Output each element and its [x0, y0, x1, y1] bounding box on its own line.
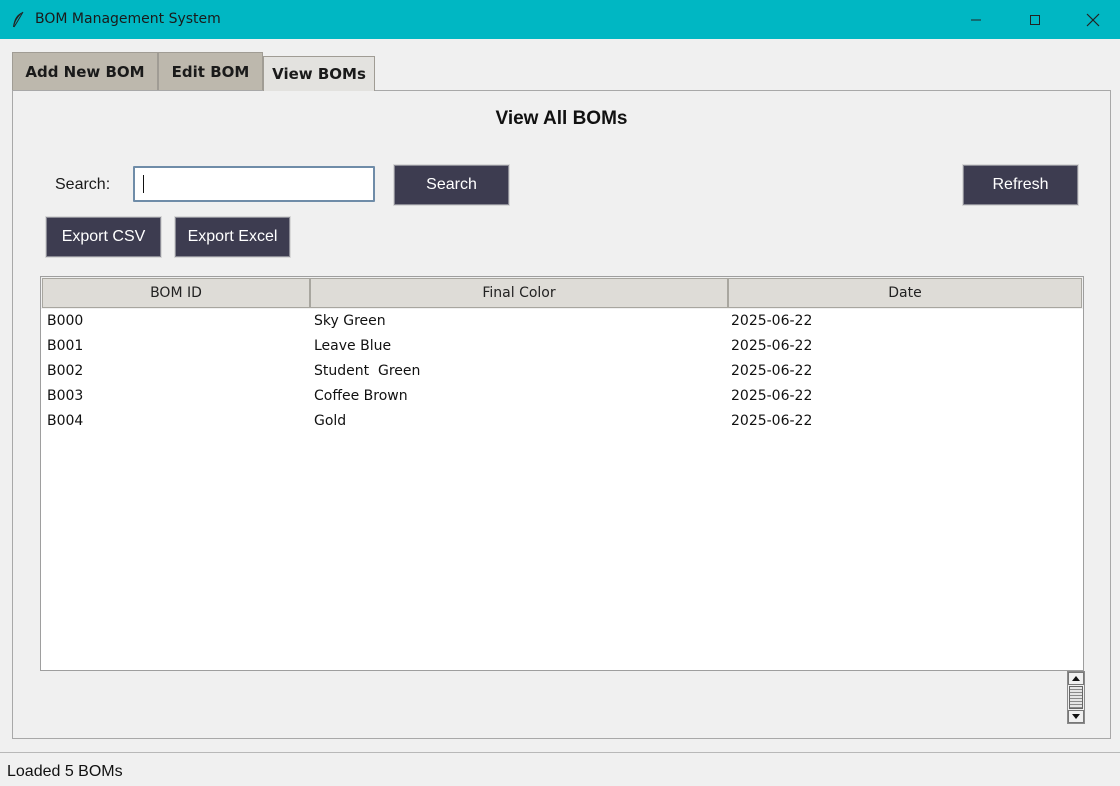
- cell-bom-id: B001: [47, 338, 84, 354]
- search-input[interactable]: [133, 166, 375, 202]
- search-label: Search:: [55, 176, 111, 193]
- cell-date: 2025-06-22: [731, 413, 813, 429]
- minimize-button[interactable]: [947, 0, 1005, 39]
- column-header-final-color[interactable]: Final Color: [310, 278, 728, 308]
- cell-final-color: Leave Blue: [314, 338, 392, 354]
- status-bar: Loaded 5 BOMs: [0, 752, 1120, 786]
- maximize-icon: [1030, 14, 1040, 25]
- cell-final-color: Student Green: [314, 363, 421, 379]
- table-row[interactable]: B002 Student Green 2025-06-22: [41, 359, 1083, 384]
- title-bar: BOM Management System: [0, 0, 1120, 39]
- column-header-date[interactable]: Date: [728, 278, 1082, 308]
- view-boms-panel: View All BOMs Search: Search Refresh Exp…: [12, 90, 1111, 739]
- vertical-scrollbar[interactable]: [1067, 671, 1085, 724]
- export-csv-button[interactable]: Export CSV: [45, 216, 162, 258]
- scroll-thumb[interactable]: [1069, 686, 1083, 709]
- close-icon: [1086, 13, 1100, 26]
- window-title: BOM Management System: [35, 11, 221, 27]
- cell-bom-id: B004: [47, 413, 84, 429]
- table-row[interactable]: B000 Sky Green 2025-06-22: [41, 309, 1083, 334]
- scroll-up-button[interactable]: [1068, 672, 1084, 685]
- search-button[interactable]: Search: [393, 164, 510, 206]
- tab-add-new-bom[interactable]: Add New BOM: [12, 52, 158, 90]
- cell-bom-id: B000: [47, 313, 84, 329]
- close-button[interactable]: [1064, 0, 1120, 39]
- column-header-bom-id[interactable]: BOM ID: [42, 278, 310, 308]
- export-excel-button[interactable]: Export Excel: [174, 216, 291, 258]
- feather-icon: [11, 11, 25, 29]
- table-header: BOM ID Final Color Date: [41, 277, 1083, 309]
- cell-final-color: Sky Green: [314, 313, 386, 329]
- cell-final-color: Coffee Brown: [314, 388, 408, 404]
- table-row[interactable]: B001 Leave Blue 2025-06-22: [41, 334, 1083, 359]
- tab-view-boms[interactable]: View BOMs: [263, 56, 375, 91]
- minimize-icon: [971, 19, 981, 20]
- cell-bom-id: B002: [47, 363, 84, 379]
- cell-date: 2025-06-22: [731, 338, 813, 354]
- cell-date: 2025-06-22: [731, 388, 813, 404]
- maximize-button[interactable]: [1006, 0, 1064, 39]
- arrow-down-icon: [1072, 714, 1080, 719]
- cell-date: 2025-06-22: [731, 363, 813, 379]
- arrow-up-icon: [1072, 676, 1080, 681]
- bom-table[interactable]: BOM ID Final Color Date B000 Sky Green 2…: [40, 276, 1084, 671]
- cell-bom-id: B003: [47, 388, 84, 404]
- text-caret: [143, 175, 144, 193]
- refresh-button[interactable]: Refresh: [962, 164, 1079, 206]
- table-row[interactable]: B004 Gold 2025-06-22: [41, 409, 1083, 434]
- scroll-down-button[interactable]: [1068, 710, 1084, 723]
- table-row[interactable]: B003 Coffee Brown 2025-06-22: [41, 384, 1083, 409]
- cell-date: 2025-06-22: [731, 313, 813, 329]
- cell-final-color: Gold: [314, 413, 347, 429]
- status-text: Loaded 5 BOMs: [7, 763, 123, 780]
- tab-edit-bom[interactable]: Edit BOM: [158, 52, 263, 90]
- page-title: View All BOMs: [495, 108, 628, 129]
